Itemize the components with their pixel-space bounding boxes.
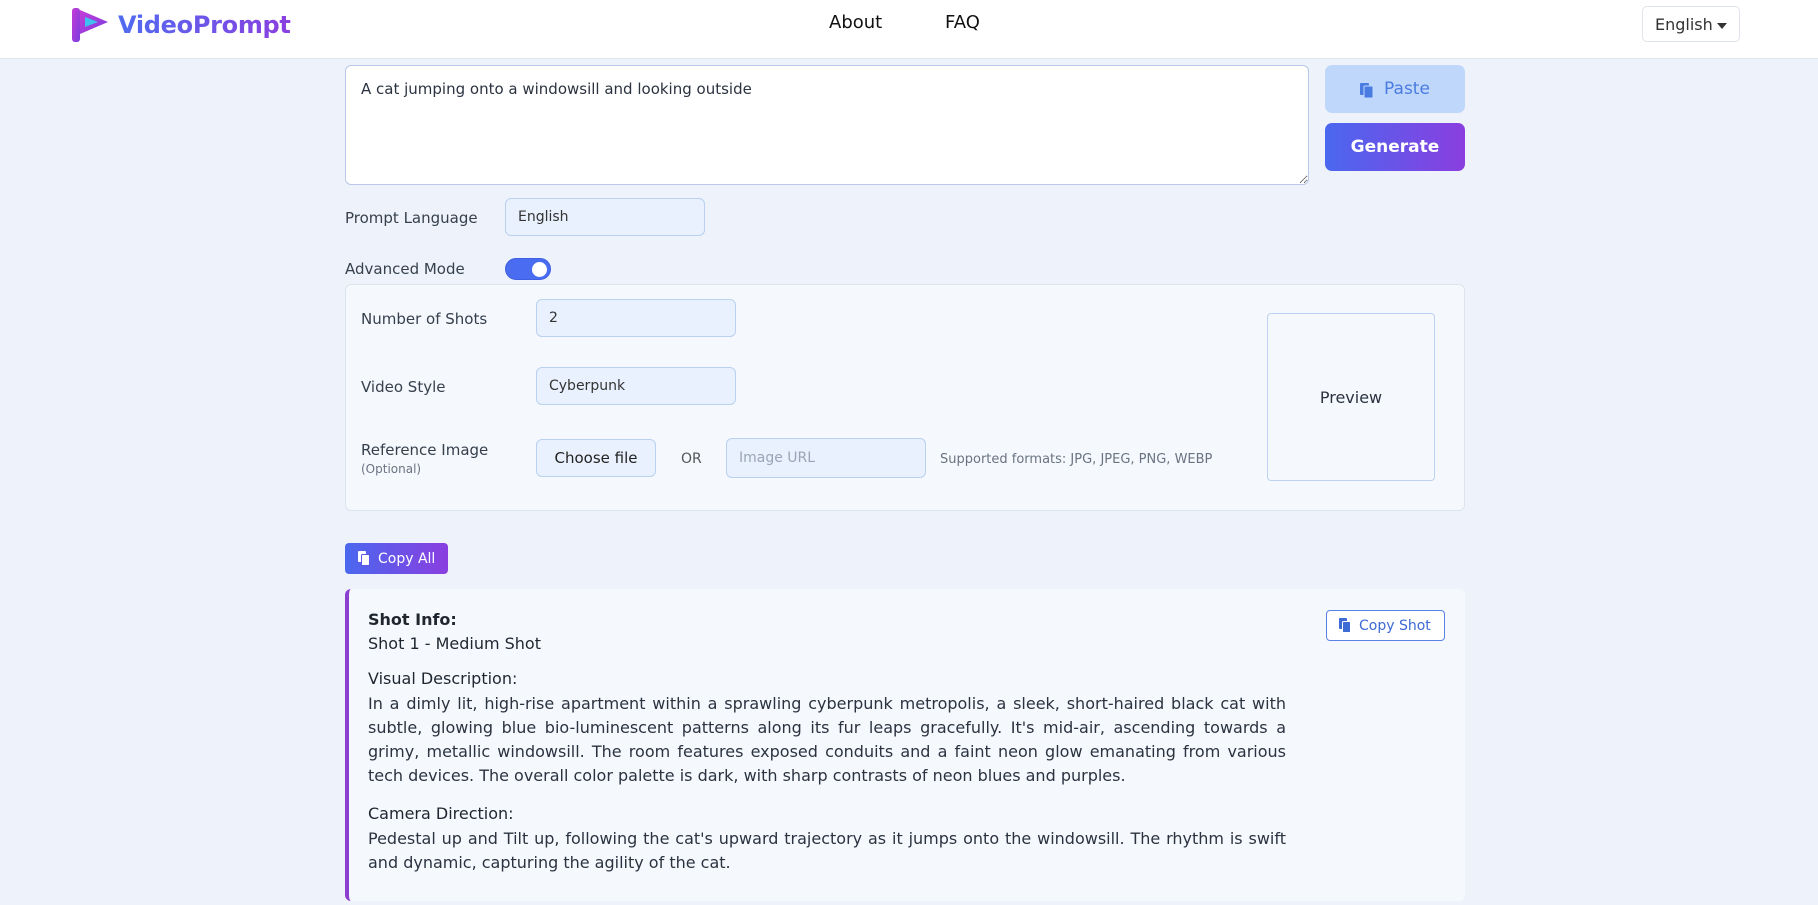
prompt-language-select[interactable]: English [505,198,705,236]
language-select[interactable]: English [1642,6,1740,42]
nav-faq-link[interactable]: FAQ [945,12,980,33]
or-text: OR [681,451,702,467]
preview-label: Preview [1319,387,1383,407]
prompt-language-label: Prompt Language [345,209,478,227]
number-of-shots-value: 2 [549,310,558,326]
camera-direction-title: Camera Direction: [368,804,514,823]
video-style-label: Video Style [361,378,446,396]
advanced-mode-toggle[interactable] [505,258,551,280]
supported-formats-note: Supported formats: JPG, JPEG, PNG, WEBP [940,452,1213,467]
nav-about-link[interactable]: About [829,12,882,33]
caret-down-icon [1717,23,1727,29]
visual-description-title: Visual Description: [368,669,518,688]
advanced-mode-label: Advanced Mode [345,260,465,278]
generate-button[interactable]: Generate [1325,123,1465,171]
copy-shot-button[interactable]: Copy Shot [1326,610,1445,641]
shot-info-value: Shot 1 - Medium Shot [368,634,541,653]
logo-text: VideoPrompt [118,11,291,39]
logo[interactable]: VideoPrompt [70,6,291,44]
reference-image-label: Reference Image [361,441,489,459]
paste-button[interactable]: Paste [1325,65,1465,113]
logo-icon [72,8,108,42]
reference-image-optional: (Optional) [361,462,422,476]
paste-button-label: Paste [1384,79,1430,99]
top-header: VideoPrompt About FAQ English [0,0,1818,59]
copy-all-button[interactable]: Copy All [345,543,448,574]
language-select-value: English [1655,14,1713,34]
copy-icon [1339,618,1351,633]
visual-description-text: In a dimly lit, high-rise apartment with… [368,694,1286,785]
image-preview: Preview [1267,313,1435,481]
prompt-textarea[interactable]: A cat jumping onto a windowsill and look… [345,65,1309,185]
copy-shot-label: Copy Shot [1359,617,1431,634]
video-style-select[interactable]: Cyberpunk [536,367,736,405]
video-style-value: Cyberpunk [549,378,626,394]
image-url-input[interactable]: Image URL [726,438,926,478]
shot-info-title: Shot Info: [368,610,457,629]
prompt-language-value: English [518,209,569,225]
toggle-knob [532,262,547,277]
image-url-placeholder: Image URL [739,450,816,466]
choose-file-button[interactable]: Choose file [536,439,656,477]
clipboard-icon [1360,82,1374,98]
number-of-shots-label: Number of Shots [361,310,488,328]
copy-icon [358,551,370,566]
camera-direction-text: Pedestal up and Tilt up, following the c… [368,829,1286,872]
number-of-shots-select[interactable]: 2 [536,299,736,337]
copy-all-label: Copy All [378,550,436,567]
